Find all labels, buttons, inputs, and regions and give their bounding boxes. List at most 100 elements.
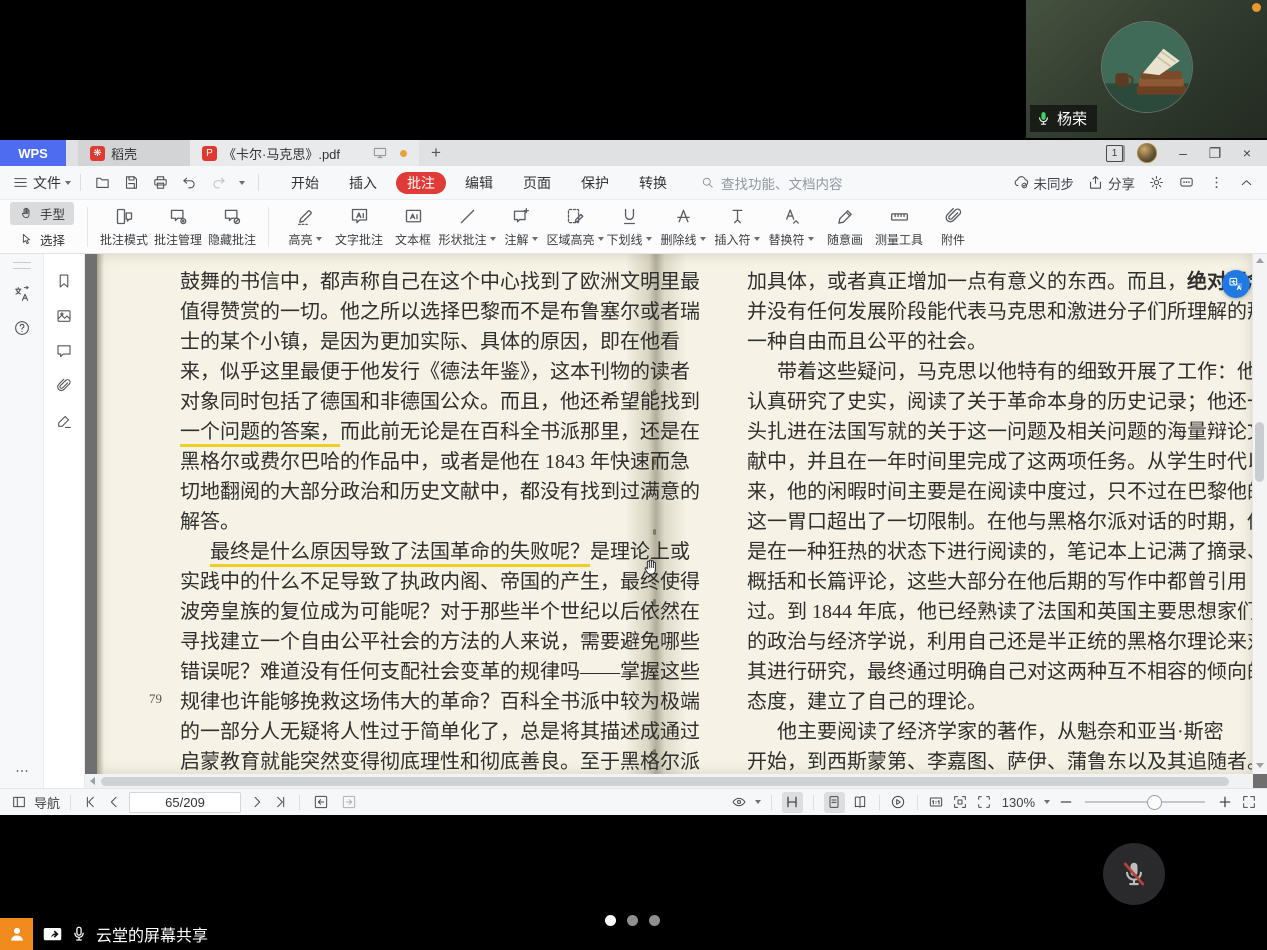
note-button[interactable]: 注解: [494, 204, 548, 250]
undo-icon[interactable]: [181, 174, 198, 191]
rail-drag-handle[interactable]: [13, 262, 31, 269]
hide-comment-button[interactable]: 隐藏批注: [205, 204, 259, 250]
menu-tab-5[interactable]: 保护: [570, 172, 620, 194]
zoom-in-button[interactable]: [1216, 794, 1233, 811]
double-page-view-icon[interactable]: [852, 794, 869, 811]
fullscreen-icon[interactable]: [1240, 794, 1257, 811]
strikethrough-button[interactable]: 删除线: [656, 204, 710, 250]
scroll-up-arrow[interactable]: [1256, 258, 1264, 263]
text-comment-button[interactable]: 文字批注: [332, 204, 386, 250]
translate-float-icon: [1228, 276, 1244, 292]
attachment-button[interactable]: 附件: [926, 204, 980, 250]
close-button[interactable]: ×: [1233, 141, 1261, 165]
fit-width-icon[interactable]: [952, 794, 969, 811]
menu-tab-0[interactable]: 开始: [280, 172, 330, 194]
save-icon[interactable]: [123, 174, 140, 191]
restore-button[interactable]: ❐: [1201, 141, 1229, 165]
last-page-button[interactable]: [272, 794, 289, 811]
vertical-scrollbar[interactable]: [1252, 254, 1267, 774]
area-highlight-button[interactable]: 区域高亮: [548, 204, 602, 250]
menu-tab-3[interactable]: 编辑: [454, 172, 504, 194]
menu-tab-2[interactable]: 批注: [396, 172, 446, 194]
collapse-ribbon-icon[interactable]: [1238, 174, 1255, 191]
dropdown-caret: [532, 237, 538, 241]
comment-mode-button[interactable]: 批注模式: [97, 204, 151, 250]
wps-home-button[interactable]: WPS: [0, 140, 66, 166]
hand-tool-button[interactable]: 手型: [10, 202, 74, 225]
more-dots-icon[interactable]: [13, 762, 31, 780]
participant-avatar: [1101, 21, 1193, 113]
minimize-button[interactable]: –: [1169, 141, 1197, 165]
zoom-level[interactable]: 130%: [1002, 795, 1035, 810]
replace-button[interactable]: 替换符: [764, 204, 818, 250]
kebab-menu-icon[interactable]: [1208, 174, 1225, 191]
view-back-button[interactable]: [310, 792, 331, 813]
actual-size-icon[interactable]: [928, 794, 945, 811]
reading-mode-icon[interactable]: [782, 792, 803, 813]
translate-icon[interactable]: [13, 285, 31, 303]
vertical-scroll-thumb[interactable]: [1255, 422, 1264, 482]
select-cursor-tool-button[interactable]: 选择: [10, 228, 74, 251]
navigation-panel-icon[interactable]: [10, 794, 27, 811]
redo-icon[interactable]: [210, 174, 227, 191]
account-avatar[interactable]: [1137, 143, 1157, 163]
feedback-chat-icon[interactable]: [1178, 174, 1195, 191]
freedraw-button[interactable]: 随意画: [818, 204, 872, 250]
fit-page-icon[interactable]: [976, 794, 993, 811]
image-icon[interactable]: [55, 307, 73, 325]
search-box[interactable]: 查找功能、文档内容: [700, 173, 843, 193]
menu-tab-4[interactable]: 页面: [512, 172, 562, 194]
translate-float-button[interactable]: [1222, 270, 1250, 298]
zoom-slider-knob[interactable]: [1147, 795, 1162, 810]
view-forward-button[interactable]: [338, 792, 359, 813]
highlight-button[interactable]: 高亮: [278, 204, 332, 250]
new-tab-button[interactable]: +: [419, 140, 453, 166]
eye-protection-icon[interactable]: [731, 794, 748, 811]
tab-pdf-document[interactable]: P 《卡尔·马克思》.pdf: [190, 140, 419, 166]
scroll-down-arrow[interactable]: [1256, 763, 1264, 768]
settings-gear-icon[interactable]: [1148, 174, 1165, 191]
shape-comment-button[interactable]: 形状批注: [440, 204, 494, 250]
zoom-slider[interactable]: [1085, 795, 1205, 809]
single-page-view-icon[interactable]: [824, 792, 845, 813]
first-page-button[interactable]: [81, 794, 98, 811]
document-count-badge[interactable]: 1: [1106, 145, 1123, 162]
scroll-left-arrow[interactable]: [90, 777, 95, 785]
help-icon[interactable]: [13, 319, 31, 337]
open-folder-icon[interactable]: [94, 174, 111, 191]
next-page-button[interactable]: [248, 794, 265, 811]
measure-button[interactable]: 测量工具: [872, 204, 926, 250]
navigation-label[interactable]: 导航: [34, 793, 60, 812]
horizontal-scrollbar[interactable]: [85, 774, 1253, 788]
book-text-line: 的一部分人无疑将人性过于简单化了，总是将其描述成通过: [180, 717, 632, 747]
bookmark-icon[interactable]: [55, 272, 73, 290]
share-button[interactable]: 分享: [1087, 173, 1135, 193]
page-number-input[interactable]: 65/209: [129, 792, 241, 813]
caret-insert-button[interactable]: 插入符: [710, 204, 764, 250]
shape-comment-icon: [457, 206, 478, 227]
zoom-caret[interactable]: [1044, 800, 1050, 804]
file-menu[interactable]: 文件: [12, 173, 71, 193]
eye-protection-caret[interactable]: [755, 800, 761, 804]
underline-button[interactable]: 下划线: [602, 204, 656, 250]
signature-stamp-icon[interactable]: [55, 412, 73, 430]
zoom-out-button[interactable]: [1057, 794, 1074, 811]
presenter-badge[interactable]: [0, 918, 33, 950]
comment-bubble-icon[interactable]: [55, 342, 73, 360]
tab-daoke[interactable]: ❋ 稻壳: [78, 140, 190, 166]
textbox-button[interactable]: 文本框: [386, 204, 440, 250]
sync-status[interactable]: 未同步: [1013, 173, 1075, 193]
autoplay-icon[interactable]: [890, 794, 907, 811]
print-icon[interactable]: [152, 174, 169, 191]
toolbar-more-caret[interactable]: [239, 181, 245, 185]
participant-video-tile[interactable]: 杨荣: [1026, 0, 1267, 138]
menu-tab-1[interactable]: 插入: [338, 172, 388, 194]
left-page-text: 鼓舞的书信中，都声称自己在这个中心找到了欧洲文明里最值得赞赏的一切。他之所以选择…: [180, 267, 632, 774]
document-viewport[interactable]: 鼓舞的书信中，都声称自己在这个中心找到了欧洲文明里最值得赞赏的一切。他之所以选择…: [85, 254, 1267, 788]
comment-manage-button[interactable]: 批注管理: [151, 204, 205, 250]
menu-tab-6[interactable]: 转换: [628, 172, 678, 194]
previous-page-button[interactable]: [105, 794, 122, 811]
microphone-muted-button[interactable]: [1103, 843, 1165, 905]
horizontal-scroll-thumb[interactable]: [101, 777, 1229, 786]
paperclip-icon[interactable]: [55, 377, 73, 395]
